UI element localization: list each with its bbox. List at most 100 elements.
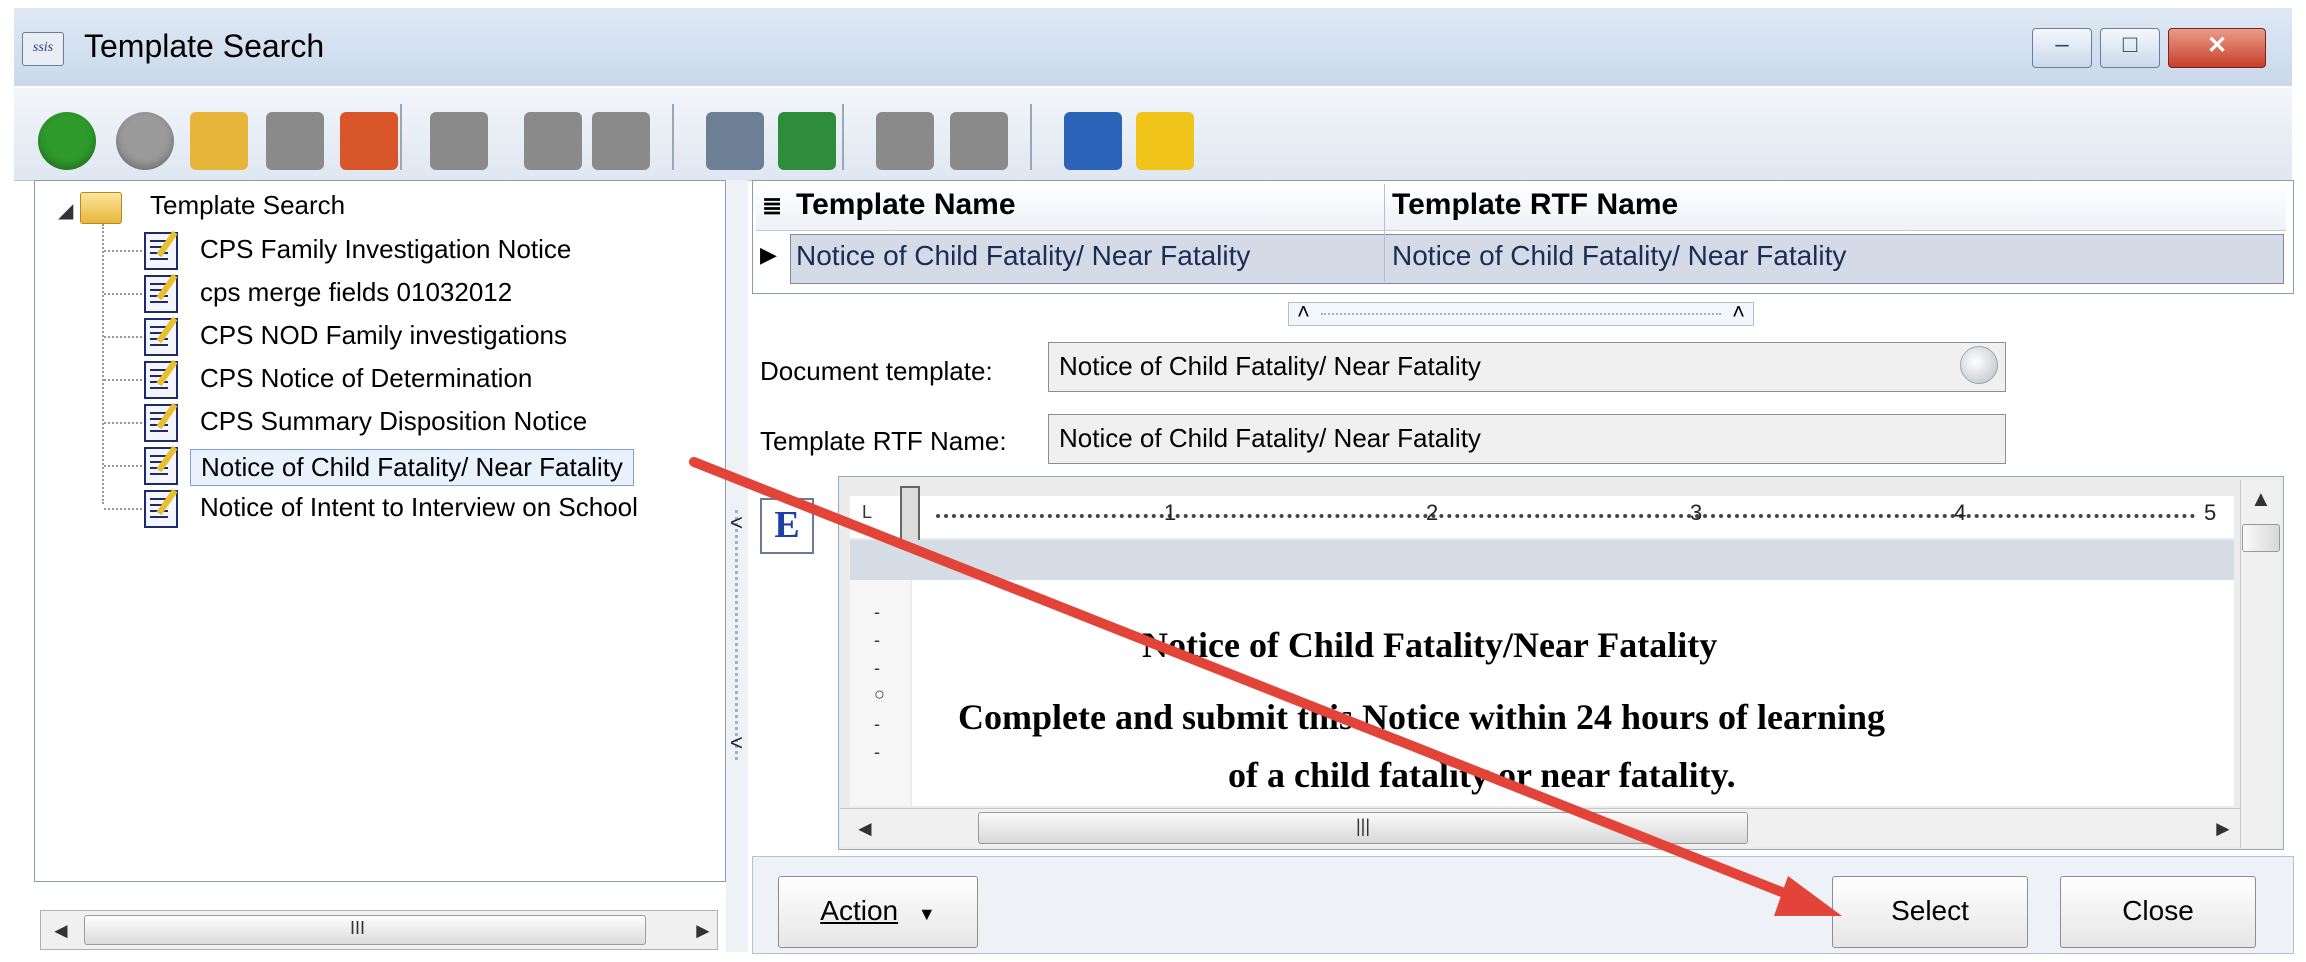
template-document-icon: [144, 404, 178, 442]
delete-icon[interactable]: [876, 112, 934, 170]
toolbar-separator: [400, 104, 402, 170]
template-document-icon: [144, 275, 178, 313]
select-button[interactable]: Select: [1832, 876, 2028, 948]
row-pointer-icon: ▶: [760, 242, 777, 267]
clear-icon[interactable]: [950, 112, 1008, 170]
folder-icon: [80, 192, 122, 224]
scroll-grip: III: [350, 918, 366, 938]
tree-connector: [104, 465, 142, 467]
document-line[interactable]: Complete and submit this Notice within 2…: [958, 696, 1885, 738]
column-chooser-icon[interactable]: ≣: [762, 192, 782, 221]
editor-vscroll-thumb[interactable]: [2242, 524, 2280, 552]
tree-item[interactable]: Notice of Child Fatality/ Near Fatality: [190, 449, 634, 486]
title-bar[interactable]: [14, 8, 2292, 86]
splitter-grip: [735, 510, 738, 760]
chevron-down-icon: ▼: [917, 904, 936, 924]
print-icon[interactable]: [706, 112, 764, 170]
collapse-grip: [1321, 313, 1721, 315]
toolbar-separator: [672, 104, 674, 170]
ruler-number: 5: [2204, 500, 2217, 525]
tab-stop-selector[interactable]: L: [862, 502, 872, 523]
ruler-number: 1: [1164, 500, 1177, 525]
scroll-grip: |||: [1356, 816, 1371, 836]
collapse-left-icon[interactable]: <: [730, 510, 743, 536]
template-document-icon: [144, 490, 178, 528]
app-icon: ssis: [22, 32, 64, 66]
forward-arrow-icon[interactable]: [116, 112, 174, 170]
template-document-icon: [144, 318, 178, 356]
maximize-button[interactable]: □: [2100, 28, 2160, 68]
close-window-button[interactable]: ✕: [2168, 28, 2266, 68]
action-button-label: Action: [820, 895, 899, 926]
vertical-ruler[interactable]: - - - ○ - -: [850, 580, 910, 806]
tree-item[interactable]: CPS NOD Family investigations: [200, 320, 567, 351]
tree-connector: [104, 250, 142, 252]
tree-expand-icon[interactable]: ◢: [58, 198, 73, 223]
chevron-up-icon[interactable]: ˄: [1297, 299, 1310, 325]
tree-item[interactable]: Notice of Intent to Interview on School: [200, 492, 638, 523]
scroll-right-icon[interactable]: ►: [2212, 816, 2234, 842]
table-cell-template-rtf-name[interactable]: Notice of Child Fatality/ Near Fatality: [1392, 240, 1846, 272]
collapse-left-icon[interactable]: <: [730, 730, 743, 756]
lightning-icon[interactable]: [1136, 112, 1194, 170]
template-rtf-name-field[interactable]: Notice of Child Fatality/ Near Fatality: [1048, 414, 2006, 464]
minimize-button[interactable]: –: [2032, 28, 2092, 68]
table-cell-template-name[interactable]: Notice of Child Fatality/ Near Fatality: [796, 240, 1250, 272]
template-document-icon: [144, 232, 178, 270]
editor-band: [850, 540, 2234, 580]
scroll-right-icon[interactable]: ►: [692, 918, 714, 944]
vruler-mark: -: [874, 714, 880, 734]
column-divider[interactable]: [1384, 184, 1385, 282]
open-folder-icon[interactable]: [190, 112, 248, 170]
chevron-up-icon[interactable]: ˄: [1732, 299, 1745, 325]
document-template-field[interactable]: Notice of Child Fatality/ Near Fatality: [1048, 342, 2006, 392]
document-title[interactable]: Notice of Child Fatality/Near Fatality: [1142, 624, 1717, 666]
style-button[interactable]: E: [760, 498, 814, 554]
close-icon: ✕: [2206, 32, 2228, 59]
action-button[interactable]: Action ▼: [778, 876, 978, 948]
document-template-value: Notice of Child Fatality/ Near Fatality: [1059, 351, 1481, 381]
document-template-label: Document template:: [760, 356, 993, 386]
template-document-icon: [144, 361, 178, 399]
refresh-icon[interactable]: [778, 112, 836, 170]
ruler-number: 4: [1954, 500, 1967, 525]
toolbar-separator: [842, 104, 844, 170]
undo-icon[interactable]: [592, 112, 650, 170]
tree-item[interactable]: cps merge fields 01032012: [200, 277, 512, 308]
vruler-mark: ○: [874, 684, 885, 704]
close-button[interactable]: Close: [2060, 876, 2256, 948]
tree-connector: [104, 379, 142, 381]
panel-splitter[interactable]: < <: [726, 180, 748, 952]
tree-connector: [104, 293, 142, 295]
tree-root-label[interactable]: Template Search: [150, 190, 345, 221]
column-header-template-name[interactable]: Template Name: [796, 188, 1016, 222]
tree-item[interactable]: CPS Family Investigation Notice: [200, 234, 571, 265]
properties-icon[interactable]: [1064, 112, 1122, 170]
scroll-up-icon[interactable]: ▲: [2250, 486, 2272, 512]
ruler-number: 2: [1426, 500, 1439, 525]
tree-item[interactable]: CPS Notice of Determination: [200, 363, 532, 394]
tree-connector: [104, 336, 142, 338]
tree-item[interactable]: CPS Summary Disposition Notice: [200, 406, 587, 437]
ruler-number: 3: [1690, 500, 1703, 525]
window-title: Template Search: [84, 28, 325, 64]
back-arrow-icon[interactable]: [38, 112, 96, 170]
indent-marker[interactable]: [900, 486, 920, 546]
template-document-icon: [144, 447, 178, 485]
tree-connector: [102, 224, 104, 504]
minimize-icon: –: [2055, 31, 2069, 58]
template-search-window: ssis Template Search – □ ✕ ◢ Template Se…: [0, 0, 2306, 962]
ruler-ticks: [936, 514, 2196, 520]
search-icon[interactable]: [1960, 346, 1998, 384]
bookmark-icon[interactable]: [266, 112, 324, 170]
vruler-mark: -: [874, 602, 880, 622]
home-icon[interactable]: [340, 112, 398, 170]
grid-collapse-bar[interactable]: ˄ ˄: [1288, 299, 1754, 326]
column-header-template-rtf-name[interactable]: Template RTF Name: [1392, 188, 1678, 222]
scroll-left-icon[interactable]: ◄: [50, 918, 72, 944]
save-icon[interactable]: [524, 112, 582, 170]
new-document-icon[interactable]: [430, 112, 488, 170]
scroll-left-icon[interactable]: ◄: [854, 816, 876, 842]
maximize-icon: □: [2122, 31, 2138, 58]
document-line[interactable]: of a child fatality or near fatality.: [1228, 754, 1736, 796]
